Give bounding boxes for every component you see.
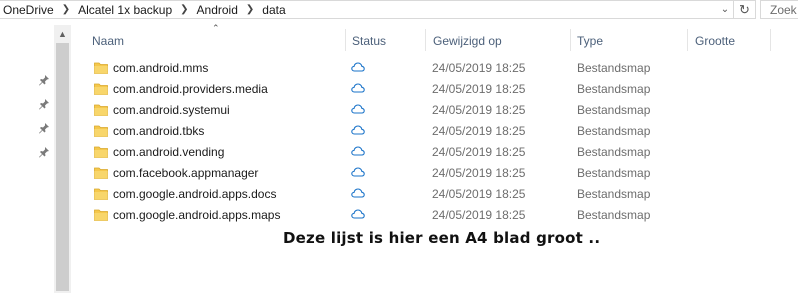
file-modified: 24/05/2019 18:25: [432, 61, 526, 75]
scrollbar-thumb[interactable]: [56, 43, 69, 291]
cloud-icon: [351, 83, 365, 93]
chevron-up-icon: ▲: [58, 28, 67, 39]
column-divider[interactable]: [345, 29, 346, 51]
cloud-icon: [351, 167, 365, 177]
file-name: com.android.mms: [113, 61, 209, 75]
navigation-pane: ▲: [0, 25, 72, 293]
breadcrumb-onedrive[interactable]: OneDrive: [0, 3, 57, 17]
file-name: com.google.android.apps.maps: [113, 208, 281, 222]
column-header-name[interactable]: Naam: [92, 34, 124, 48]
breadcrumb-separator-icon[interactable]: ❯: [175, 4, 193, 15]
file-name: com.android.systemui: [113, 103, 230, 117]
file-name: com.facebook.appmanager: [113, 166, 259, 180]
breadcrumb-android[interactable]: Android: [194, 3, 241, 17]
cloud-icon: [351, 104, 365, 114]
search-placeholder: Zoek: [770, 2, 797, 17]
file-type: Bestandsmap: [577, 208, 651, 222]
file-name: com.android.providers.media: [113, 82, 268, 96]
address-history-button[interactable]: ⌄: [717, 1, 733, 18]
file-name: com.android.tbks: [113, 124, 205, 138]
column-divider[interactable]: [687, 29, 688, 51]
address-bar[interactable]: OneDrive ❯ Alcatel 1x backup ❯ Android ❯…: [0, 0, 756, 19]
file-row[interactable]: com.android.tbks 24/05/2019 18:25 Bestands…: [72, 121, 798, 142]
file-row[interactable]: com.android.vending 24/05/2019 18:25 Besta…: [72, 142, 798, 163]
column-header-status[interactable]: Status: [352, 34, 386, 48]
chevron-down-icon: ⌄: [720, 4, 730, 15]
file-list: com.android.mms 24/05/2019 18:25 Bestandsm…: [72, 58, 798, 226]
column-divider[interactable]: [770, 29, 771, 51]
file-row[interactable]: com.android.mms 24/05/2019 18:25 Bestandsm…: [72, 58, 798, 79]
pin-icon: [39, 99, 49, 110]
annotation-text: Deze lijst is hier een A4 blad groot ..: [283, 229, 601, 247]
column-header-type[interactable]: Type: [577, 34, 603, 48]
file-name: com.google.android.apps.docs: [113, 187, 277, 201]
file-row[interactable]: com.facebook.appmanager 24/05/2019 18:25 B…: [72, 163, 798, 184]
folder-icon: [94, 83, 108, 95]
pin-icon: [39, 123, 49, 134]
column-divider[interactable]: [570, 29, 571, 51]
file-name: com.android.vending: [113, 145, 225, 159]
folder-icon: [94, 104, 108, 116]
refresh-button[interactable]: ↻: [733, 1, 755, 18]
file-type: Bestandsmap: [577, 145, 651, 159]
breadcrumb-separator-icon[interactable]: ❯: [241, 4, 259, 15]
folder-icon: [94, 209, 108, 221]
folder-icon: [94, 167, 108, 179]
file-modified: 24/05/2019 18:25: [432, 82, 526, 96]
file-modified: 24/05/2019 18:25: [432, 145, 526, 159]
column-divider[interactable]: [425, 29, 426, 51]
search-input[interactable]: Zoek: [760, 0, 798, 19]
breadcrumb-data[interactable]: data: [259, 3, 288, 17]
column-header-modified[interactable]: Gewijzigd op: [433, 34, 502, 48]
pin-icon: [39, 75, 49, 86]
file-type: Bestandsmap: [577, 82, 651, 96]
file-type: Bestandsmap: [577, 166, 651, 180]
breadcrumb-separator-icon[interactable]: ❯: [57, 4, 75, 15]
breadcrumb: OneDrive ❯ Alcatel 1x backup ❯ Android ❯…: [0, 1, 289, 18]
file-type: Bestandsmap: [577, 61, 651, 75]
refresh-icon: ↻: [739, 1, 750, 17]
file-modified: 24/05/2019 18:25: [432, 166, 526, 180]
file-row[interactable]: com.android.providers.media 24/05/2019 18…: [72, 79, 798, 100]
cloud-icon: [351, 188, 365, 198]
file-type: Bestandsmap: [577, 124, 651, 138]
file-row[interactable]: com.google.android.apps.docs 24/05/2019 1…: [72, 184, 798, 205]
file-modified: 24/05/2019 18:25: [432, 208, 526, 222]
folder-icon: [94, 62, 108, 74]
cloud-icon: [351, 125, 365, 135]
pin-icon: [39, 147, 49, 158]
file-modified: 24/05/2019 18:25: [432, 103, 526, 117]
cloud-icon: [351, 209, 365, 219]
cloud-icon: [351, 62, 365, 72]
file-modified: 24/05/2019 18:25: [432, 187, 526, 201]
folder-icon: [94, 146, 108, 158]
nav-scrollbar[interactable]: ▲: [54, 25, 71, 293]
folder-icon: [94, 188, 108, 200]
sort-ascending-icon: ⌃: [212, 23, 220, 33]
folder-icon: [94, 125, 108, 137]
breadcrumb-alcatel-backup[interactable]: Alcatel 1x backup: [75, 3, 175, 17]
file-row[interactable]: com.google.android.apps.maps 24/05/2019 1…: [72, 205, 798, 226]
file-type: Bestandsmap: [577, 187, 651, 201]
file-type: Bestandsmap: [577, 103, 651, 117]
column-header-size[interactable]: Grootte: [695, 34, 735, 48]
cloud-icon: [351, 146, 365, 156]
file-modified: 24/05/2019 18:25: [432, 124, 526, 138]
column-headers: ⌃ Naam Status Gewijzigd op Type Grootte: [72, 23, 798, 53]
scroll-up-button[interactable]: ▲: [54, 25, 71, 42]
file-row[interactable]: com.android.systemui 24/05/2019 18:25 Best…: [72, 100, 798, 121]
